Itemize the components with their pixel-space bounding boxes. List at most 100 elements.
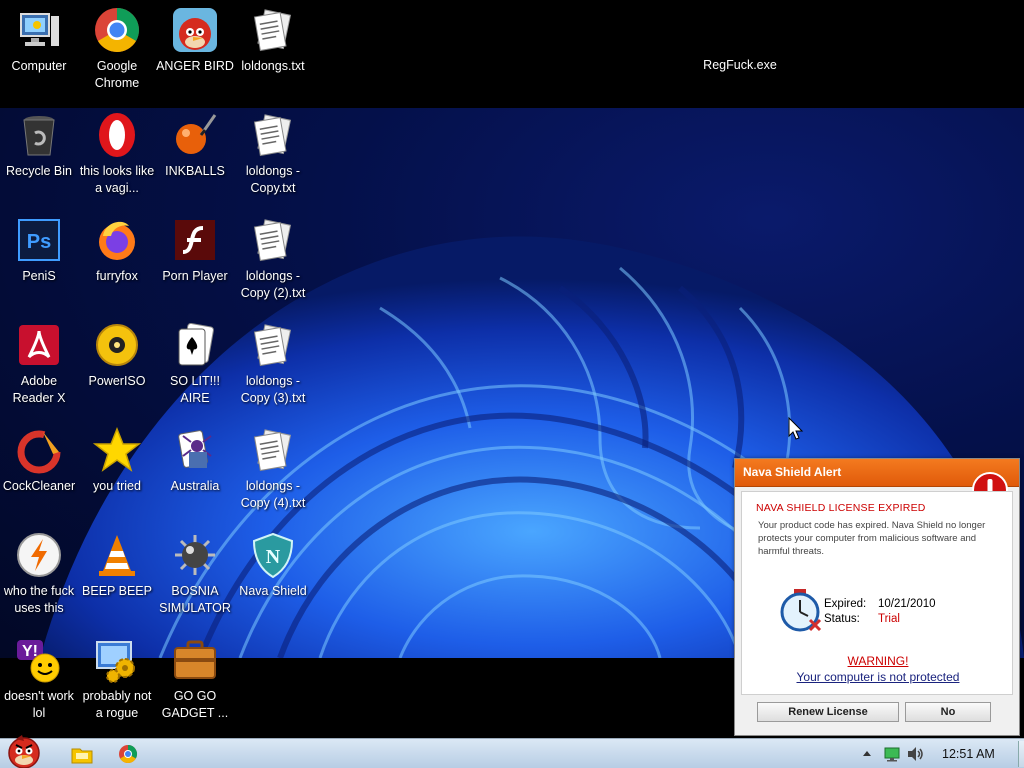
desktop-icon-opera[interactable]: this looks like a vagi... bbox=[78, 105, 156, 205]
taskbar-clock[interactable]: 12:51 AM bbox=[942, 747, 995, 761]
desktop-icon-beep-beep[interactable]: BEEP BEEP bbox=[78, 525, 156, 625]
desktop-icon-recycle-bin[interactable]: Recycle Bin bbox=[0, 105, 78, 205]
desktop-icon-you-tried[interactable]: you tried bbox=[78, 420, 156, 520]
alert-heading: NAVA SHIELD LICENSE EXPIRED bbox=[756, 502, 926, 514]
desktop-icon-label: BOSNIA SIMULATOR bbox=[159, 584, 231, 615]
desktop-icon-loldongs-copy-4[interactable]: loldongs - Copy (4).txt bbox=[234, 420, 312, 520]
desktop-icon-google-chrome[interactable]: Google Chrome bbox=[78, 0, 156, 100]
text-file-icon bbox=[253, 114, 292, 157]
alert-message: Your product code has expired. Nava Shie… bbox=[758, 520, 986, 557]
firefox-icon bbox=[99, 221, 135, 260]
svg-text:N: N bbox=[266, 546, 281, 568]
desktop-icon-go-go-gadget[interactable]: GO GO GADGET ... bbox=[156, 630, 234, 730]
desktop-icon-label: loldongs - Copy (2).txt bbox=[240, 269, 306, 300]
desktop-icon-winamp[interactable]: who the fuck uses this bbox=[0, 525, 78, 625]
desktop-icon-label: doesn't work lol bbox=[4, 689, 74, 720]
desktop-icon-label: Australia bbox=[170, 479, 220, 493]
desktop-icon-label: Porn Player bbox=[162, 269, 228, 283]
chrome-icon bbox=[95, 8, 139, 52]
desktop-icon-adobe-reader[interactable]: Adobe Reader X bbox=[0, 315, 78, 415]
desktop-icon-penis[interactable]: Ps PeniS bbox=[0, 210, 78, 310]
desktop-icon-label: INKBALLS bbox=[165, 164, 225, 178]
desktop-icon-porn-player[interactable]: Porn Player bbox=[156, 210, 234, 310]
mouse-cursor-icon bbox=[788, 417, 804, 440]
desktop-icon-label: SO LIT!!! AIRE bbox=[169, 374, 220, 405]
desktop-icon-loldongs-copy-2[interactable]: loldongs - Copy (2).txt bbox=[234, 210, 312, 310]
status-label: Status: bbox=[824, 613, 860, 625]
desktop-icon-label: loldongs - Copy (3).txt bbox=[240, 374, 306, 405]
poweriso-icon bbox=[96, 324, 138, 366]
desktop-icon-label: Computer bbox=[11, 59, 67, 73]
inkball-icon bbox=[176, 114, 217, 154]
desktop-icon-label: Nava Shield bbox=[239, 584, 307, 598]
svg-text:Ps: Ps bbox=[27, 231, 51, 253]
desktop-icon-cockcleaner[interactable]: CockCleaner bbox=[0, 420, 78, 520]
up-arrow-icon[interactable] bbox=[862, 749, 872, 759]
desktop-icon-furryfox[interactable]: furryfox bbox=[78, 210, 156, 310]
computer-icon bbox=[20, 13, 59, 46]
desktop-icon-label: loldongs - Copy (4).txt bbox=[240, 479, 306, 510]
desktop-icon-nava-shield[interactable]: N Nava Shield bbox=[234, 525, 312, 625]
desktop-icon-label: RegFuck.exe bbox=[703, 58, 777, 72]
expired-value: 10/21/2010 bbox=[878, 598, 936, 610]
star-icon bbox=[93, 426, 141, 472]
winamp-icon bbox=[17, 533, 61, 577]
desktop-icon-australia[interactable]: Australia bbox=[156, 420, 234, 520]
show-desktop-button[interactable] bbox=[1018, 741, 1024, 767]
status-value: Trial bbox=[878, 613, 900, 625]
desktop-icon-loldongs-copy-3[interactable]: loldongs - Copy (3).txt bbox=[234, 315, 312, 415]
desktop-icon-label: Adobe Reader X bbox=[12, 374, 66, 405]
desktop-icon-label: GO GO GADGET ... bbox=[161, 689, 229, 720]
system-tray bbox=[854, 739, 1024, 768]
recycle-bin-icon bbox=[23, 116, 55, 156]
chrome-icon[interactable] bbox=[116, 743, 140, 765]
desktop-icon-label: ANGER BIRD bbox=[156, 59, 234, 73]
text-file-icon bbox=[253, 9, 292, 52]
not-protected-link[interactable]: Your computer is not protected bbox=[742, 670, 1014, 684]
desktop-icon-regfuck[interactable]: RegFuck.exe bbox=[690, 58, 790, 72]
desktop-icon-yahoo-messenger[interactable]: Y! doesn't work lol bbox=[0, 630, 78, 730]
text-file-icon bbox=[253, 324, 292, 367]
minesweeper-icon bbox=[175, 535, 215, 575]
nava-shield-icon: N bbox=[252, 532, 294, 579]
desktop-icon-label: Google Chrome bbox=[94, 59, 140, 90]
start-orb-icon[interactable] bbox=[2, 733, 48, 768]
desktop-icon-label: BEEP BEEP bbox=[82, 584, 152, 598]
volume-icon[interactable] bbox=[906, 746, 924, 762]
network-icon[interactable] bbox=[884, 746, 900, 762]
text-file-icon bbox=[253, 429, 292, 472]
spider-solitaire-icon bbox=[178, 430, 212, 468]
desktop-icon-poweriso[interactable]: PowerISO bbox=[78, 315, 156, 415]
desktop-icon-probably-not-a-rogue[interactable]: probably not a rogue bbox=[78, 630, 156, 730]
expired-clock-icon bbox=[780, 589, 822, 632]
no-button[interactable]: No bbox=[905, 702, 991, 722]
opera-icon bbox=[99, 113, 135, 157]
explorer-icon[interactable] bbox=[70, 743, 94, 765]
desktop-icon-bosnia-simulator[interactable]: BOSNIA SIMULATOR bbox=[156, 525, 234, 625]
desktop-icon-computer[interactable]: Computer bbox=[0, 0, 78, 100]
desktop-icon-anger-bird[interactable]: ANGER BIRD bbox=[156, 0, 234, 100]
desktop-icon-loldongs[interactable]: loldongs.txt bbox=[234, 0, 312, 100]
desktop-icon-label: PowerISO bbox=[88, 374, 146, 388]
desktop-icon-so-lit-aire[interactable]: SO LIT!!! AIRE bbox=[156, 315, 234, 415]
desktop-icon-label: loldongs - Copy.txt bbox=[245, 164, 301, 195]
nava-shield-alert-dialog: Nava Shield Alert NAVA SHIELD LICENSE EX… bbox=[734, 458, 1020, 736]
renew-license-button[interactable]: Renew License bbox=[757, 702, 899, 722]
vlc-icon bbox=[99, 535, 135, 576]
desktop-icon-inkballs[interactable]: INKBALLS bbox=[156, 105, 234, 205]
flash-icon bbox=[175, 220, 215, 260]
desktop-icon-label: probably not a rogue bbox=[82, 689, 152, 720]
warning-link[interactable]: WARNING! bbox=[742, 654, 1014, 668]
yahoo-messenger-icon: Y! bbox=[17, 640, 60, 683]
desktop-icon-label: this looks like a vagi... bbox=[79, 164, 155, 195]
desktop-icon-label: you tried bbox=[93, 479, 141, 493]
expired-label: Expired: bbox=[824, 598, 867, 610]
alert-body: NAVA SHIELD LICENSE EXPIRED Your product… bbox=[741, 491, 1013, 695]
angry-bird-icon bbox=[173, 8, 217, 52]
desktop-icon-loldongs-copy[interactable]: loldongs - Copy.txt bbox=[234, 105, 312, 205]
desktop-icon-label: PeniS bbox=[22, 269, 56, 283]
photoshop-icon: Ps bbox=[18, 219, 60, 261]
desktop-icon-label: furryfox bbox=[96, 269, 138, 283]
control-panel-icon bbox=[96, 641, 135, 683]
desktop-icon-label: loldongs.txt bbox=[241, 59, 305, 73]
